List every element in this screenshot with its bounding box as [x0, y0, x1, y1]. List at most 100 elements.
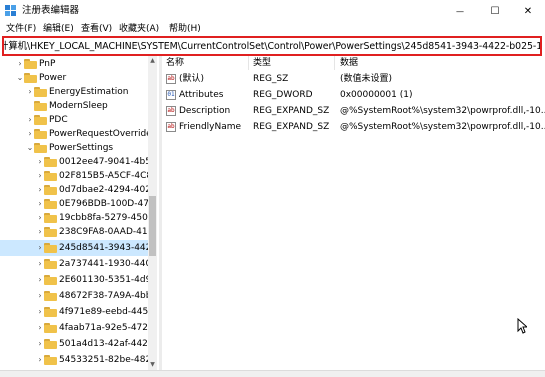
folder-icon: [44, 199, 57, 209]
minimize-icon: —: [456, 6, 464, 16]
value-data: @%SystemRoot%\system32\powrprof.dll,-10.…: [340, 106, 545, 116]
value-row[interactable]: ab Description REG_EXPAND_SZ @%SystemRoo…: [162, 104, 545, 118]
tree-item[interactable]: › 54533251-82be-482: [0, 352, 152, 368]
expand-arrow-icon: [26, 101, 34, 111]
expand-arrow-icon[interactable]: ›: [36, 157, 44, 167]
tree-item[interactable]: › 501a4d13-42af-442: [0, 336, 148, 352]
value-name: Attributes: [179, 90, 224, 100]
expand-arrow-icon[interactable]: ›: [36, 243, 44, 253]
menu-bar: 文件(F) 编辑(E) 查看(V) 收藏夹(A) 帮助(H): [0, 22, 545, 34]
folder-icon: [44, 227, 57, 237]
tree-item-label: PowerRequestOverride: [49, 129, 152, 139]
tree-item-label: 0d7dbae2-4294-402: [59, 185, 151, 195]
column-header-data[interactable]: 数据: [340, 56, 358, 70]
menu-favorites[interactable]: 收藏夹(A): [119, 22, 159, 34]
tree-item-label: 4faab71a-92e5-472: [59, 323, 148, 333]
tree-item[interactable]: › 238C9FA8-0AAD-41: [0, 224, 148, 240]
value-data: (数值未设置): [340, 74, 393, 84]
tree-item[interactable]: › 48672F38-7A9A-4bb: [0, 288, 151, 304]
string-value-icon: ab: [166, 122, 176, 132]
tree-item-label: 2a737441-1930-440: [59, 259, 152, 269]
maximize-button[interactable]: ☐: [478, 0, 512, 22]
registry-key-tree: › PnP ⌄ Power › EnergyEstimation ModernS…: [0, 56, 157, 370]
expand-arrow-icon[interactable]: ›: [26, 115, 34, 125]
window-title: 注册表编辑器: [22, 5, 80, 16]
close-button[interactable]: ✕: [511, 0, 545, 22]
folder-icon: [44, 307, 57, 317]
address-bar[interactable]: 计算机\HKEY_LOCAL_MACHINE\SYSTEM\CurrentCon…: [2, 36, 542, 56]
menu-file[interactable]: 文件(F): [6, 22, 36, 34]
tree-item-label: 02F815B5-A5CF-4C8: [59, 171, 153, 181]
folder-icon: [44, 323, 57, 333]
expand-arrow-icon[interactable]: ›: [36, 199, 44, 209]
scroll-down-icon[interactable]: ▼: [149, 361, 156, 368]
value-type: REG_EXPAND_SZ: [253, 122, 330, 132]
value-row[interactable]: 01 Attributes REG_DWORD 0x00000001 (1): [162, 88, 545, 102]
tree-item-label: EnergyEstimation: [49, 87, 129, 97]
registry-values-list: 名称 类型 数据 ab (默认) REG_SZ (数值未设置) 01 Attri…: [162, 56, 545, 370]
menu-view[interactable]: 查看(V): [81, 22, 112, 34]
expand-arrow-icon[interactable]: ›: [36, 259, 44, 269]
folder-icon: [44, 291, 57, 301]
string-value-icon: ab: [166, 106, 176, 116]
column-separator[interactable]: [334, 56, 335, 70]
folder-icon: [44, 355, 57, 365]
column-separator[interactable]: [248, 56, 249, 70]
expand-arrow-icon[interactable]: ›: [26, 87, 34, 97]
expand-arrow-icon[interactable]: ›: [36, 275, 44, 285]
expand-arrow-icon[interactable]: ›: [36, 355, 44, 365]
address-path[interactable]: 计算机\HKEY_LOCAL_MACHINE\SYSTEM\CurrentCon…: [4, 41, 540, 53]
tree-scrollbar[interactable]: ▲ ▼: [148, 56, 157, 370]
menu-help[interactable]: 帮助(H): [169, 22, 201, 34]
minimize-button[interactable]: —: [443, 0, 477, 22]
tree-item[interactable]: › 4faab71a-92e5-472: [0, 320, 148, 336]
maximize-icon: ☐: [490, 5, 500, 17]
tree-item-label: 501a4d13-42af-442: [59, 339, 148, 349]
expand-arrow-icon[interactable]: ›: [36, 307, 44, 317]
column-header-type[interactable]: 类型: [253, 56, 271, 70]
tree-item-label: PowerSettings: [49, 143, 114, 153]
folder-icon: [44, 213, 57, 223]
window-bottom-edge: [0, 370, 545, 377]
mouse-cursor-icon: [517, 318, 527, 334]
tree-item[interactable]: › 2E601130-5351-4d9: [0, 272, 152, 288]
scrollbar-thumb[interactable]: [149, 196, 156, 256]
folder-icon: [44, 171, 57, 181]
expand-arrow-icon[interactable]: ›: [36, 185, 44, 195]
folder-icon: [44, 243, 57, 253]
tree-item[interactable]: › 4f971e89-eebd-445: [0, 304, 148, 320]
folder-icon: [34, 129, 47, 139]
expand-arrow-icon[interactable]: ›: [16, 59, 24, 69]
value-name: Description: [179, 106, 231, 116]
value-type: REG_EXPAND_SZ: [253, 106, 330, 116]
collapse-arrow-icon[interactable]: ⌄: [16, 73, 24, 83]
value-row[interactable]: ab (默认) REG_SZ (数值未设置): [162, 72, 545, 86]
expand-arrow-icon[interactable]: ›: [36, 213, 44, 223]
tree-item-label: 4f971e89-eebd-445: [59, 307, 149, 317]
regedit-app-icon: [5, 5, 16, 16]
tree-item-label: 245d8541-3943-442: [59, 243, 152, 253]
title-bar: 注册表编辑器 — ☐ ✕: [0, 0, 545, 22]
collapse-arrow-icon[interactable]: ⌄: [26, 143, 34, 153]
expand-arrow-icon[interactable]: ›: [36, 171, 44, 181]
folder-icon: [34, 115, 47, 125]
tree-item-label: 19cbb8fa-5279-450: [59, 213, 148, 223]
expand-arrow-icon[interactable]: ›: [36, 227, 44, 237]
expand-arrow-icon[interactable]: ›: [36, 339, 44, 349]
folder-icon: [44, 259, 57, 269]
expand-arrow-icon[interactable]: ›: [36, 291, 44, 301]
tree-item-label: 2E601130-5351-4d9: [59, 275, 152, 285]
folder-icon: [24, 59, 37, 69]
tree-item-label: 0E796BDB-100D-47: [59, 199, 149, 209]
folder-icon: [34, 143, 47, 153]
value-row[interactable]: ab FriendlyName REG_EXPAND_SZ @%SystemRo…: [162, 120, 545, 134]
menu-edit[interactable]: 编辑(E): [43, 22, 74, 34]
value-name: (默认): [179, 74, 205, 84]
expand-arrow-icon[interactable]: ›: [26, 129, 34, 139]
tree-item-label: 54533251-82be-482: [59, 355, 152, 365]
tree-item-selected[interactable]: › 245d8541-3943-442: [0, 240, 152, 256]
column-header-name[interactable]: 名称: [166, 56, 184, 70]
scroll-up-icon[interactable]: ▲: [149, 57, 156, 64]
expand-arrow-icon[interactable]: ›: [36, 323, 44, 333]
tree-item[interactable]: › 2a737441-1930-440: [0, 256, 152, 272]
